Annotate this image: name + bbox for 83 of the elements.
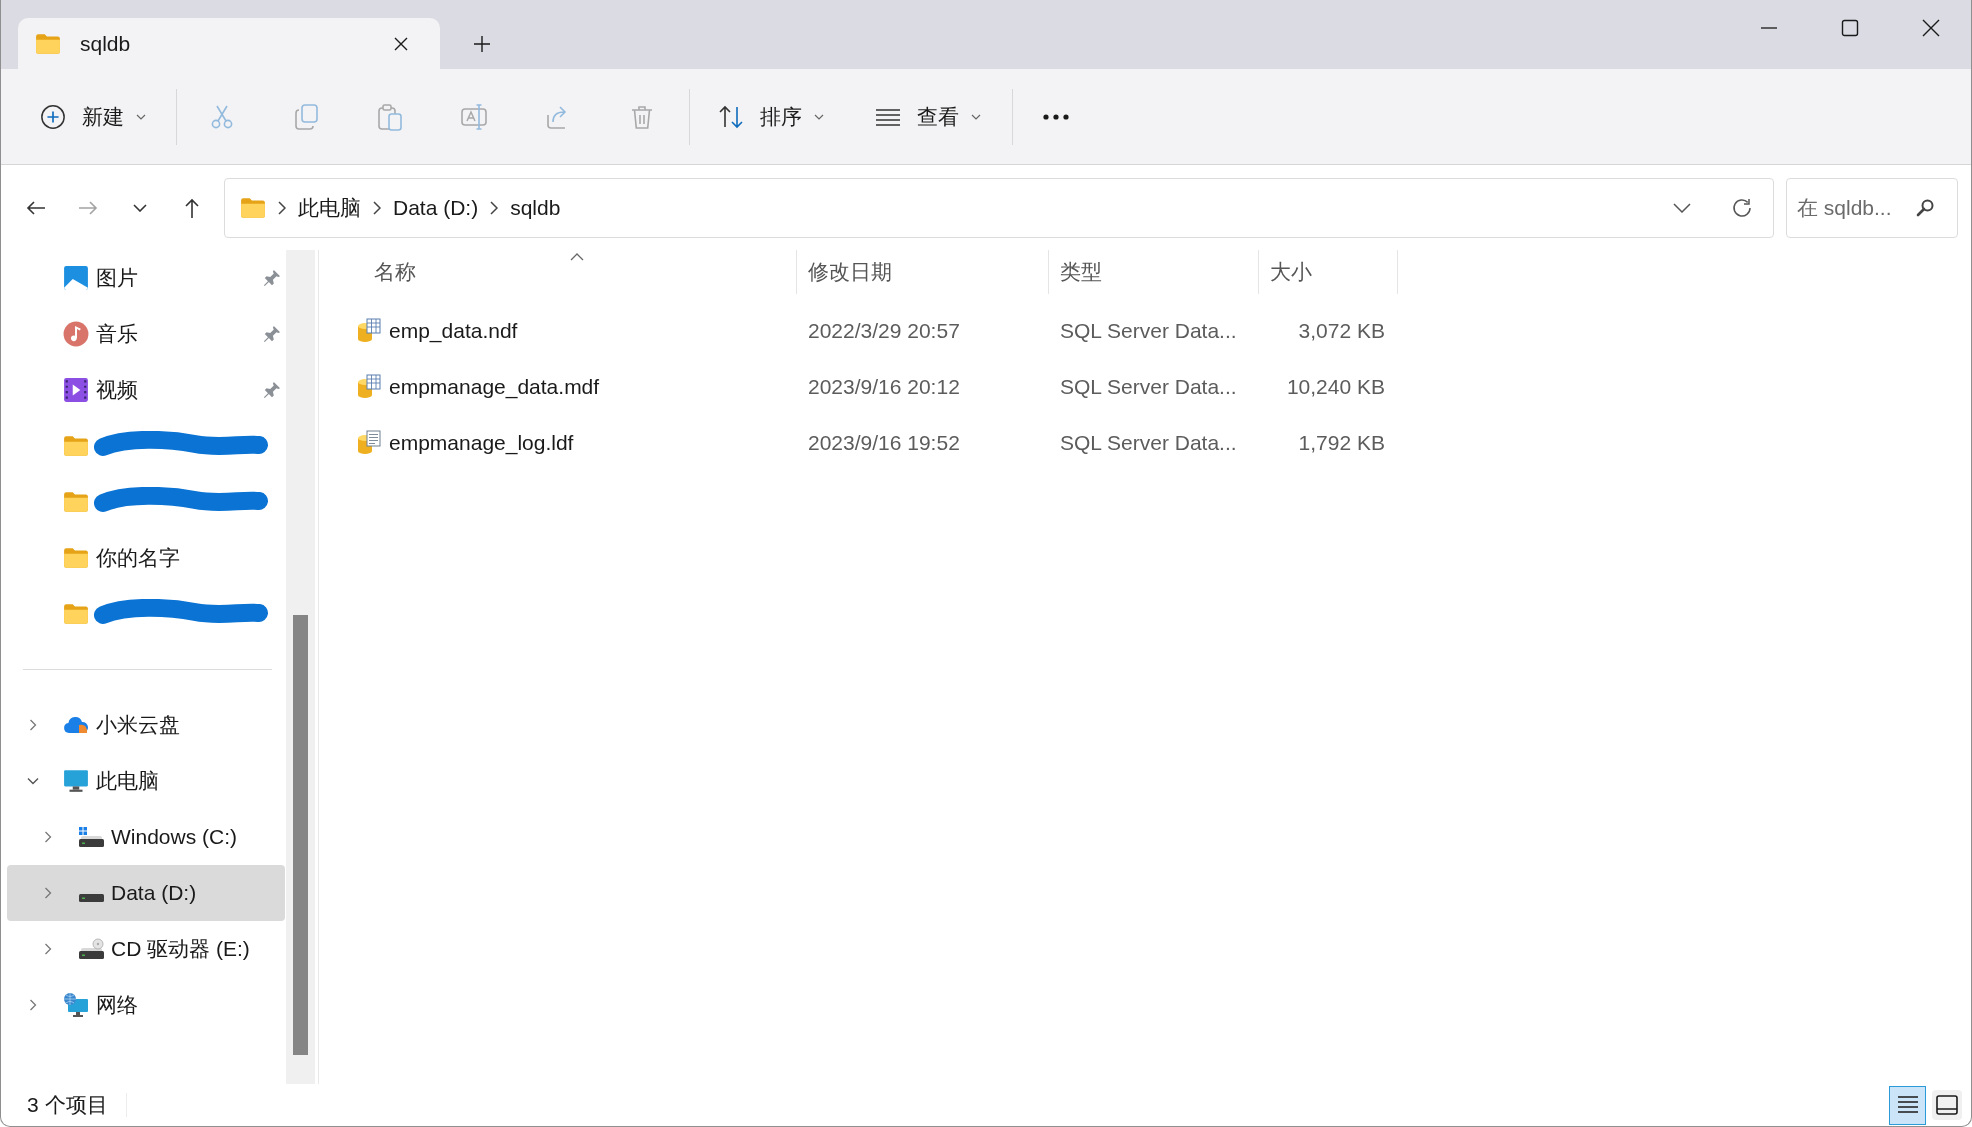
chevron-down-icon[interactable] bbox=[27, 775, 39, 787]
folder-icon bbox=[63, 435, 89, 457]
item-count: 3 个项目 bbox=[27, 1092, 108, 1118]
caret-icon bbox=[814, 113, 824, 120]
refresh-icon bbox=[1731, 196, 1753, 219]
breadcrumb[interactable]: 此电脑 bbox=[298, 193, 361, 222]
file-type: SQL Server Data... bbox=[1060, 319, 1237, 343]
chevron-down-icon bbox=[133, 203, 147, 212]
tree-item[interactable]: Data (D:) bbox=[7, 865, 285, 921]
chevron-right-icon bbox=[373, 200, 381, 215]
music-icon bbox=[63, 321, 89, 347]
new-button[interactable]: 新建 bbox=[28, 88, 156, 145]
view-button[interactable]: 查看 bbox=[862, 88, 991, 145]
file-name[interactable]: empmanage_data.mdf bbox=[389, 375, 600, 399]
chevron-right-icon[interactable] bbox=[42, 887, 54, 899]
plus-icon bbox=[473, 34, 491, 53]
monitor-icon bbox=[63, 768, 89, 794]
tree-item[interactable]: 小米云盘 bbox=[7, 697, 285, 753]
column-header[interactable]: 修改日期 bbox=[797, 250, 1049, 294]
column-header[interactable]: 类型 bbox=[1049, 250, 1259, 294]
tree-item[interactable]: 网络 bbox=[7, 977, 285, 1033]
sidebar-item[interactable]: 图片 bbox=[7, 250, 285, 306]
details-view-button[interactable] bbox=[1889, 1085, 1926, 1125]
chevron-down-icon bbox=[1673, 202, 1691, 213]
column-header[interactable]: 名称 bbox=[319, 250, 797, 294]
file-name[interactable]: emp_data.ndf bbox=[389, 319, 518, 343]
database-file-icon bbox=[357, 374, 381, 400]
scrollbar-thumb[interactable] bbox=[293, 615, 308, 1055]
sidebar-item[interactable]: 视频 bbox=[7, 362, 285, 418]
database-log-icon bbox=[357, 430, 381, 456]
sidebar-item[interactable]: 你的名字 bbox=[7, 530, 285, 586]
preview-view-button[interactable] bbox=[1932, 1090, 1962, 1120]
file-size: 1,792 KB bbox=[1298, 431, 1385, 455]
preview-pane-icon bbox=[1935, 1093, 1959, 1117]
folder-icon bbox=[240, 196, 266, 219]
chevron-right-icon bbox=[278, 200, 286, 215]
pictures-icon bbox=[63, 265, 89, 291]
column-header[interactable]: 大小 bbox=[1259, 250, 1398, 294]
drive-icon bbox=[78, 824, 104, 850]
tab[interactable]: sqldb bbox=[18, 18, 440, 69]
video-icon bbox=[63, 377, 89, 403]
cd-drive-icon bbox=[78, 936, 104, 962]
rename-icon bbox=[460, 102, 488, 131]
copy-icon bbox=[292, 102, 320, 131]
search-field[interactable]: 在 sqldb... bbox=[1786, 177, 1958, 238]
sidebar-item[interactable]: 音乐 bbox=[7, 306, 285, 362]
maximize-icon bbox=[1840, 19, 1859, 37]
modified-date: 2023/9/16 20:12 bbox=[808, 375, 960, 399]
tree-item[interactable]: 此电脑 bbox=[7, 753, 285, 809]
clipboard-icon bbox=[376, 102, 404, 131]
chevron-right-icon[interactable] bbox=[27, 719, 39, 731]
tree-item[interactable]: CD 驱动器 (E:) bbox=[7, 921, 285, 977]
file-type: SQL Server Data... bbox=[1060, 375, 1237, 399]
folder-icon bbox=[63, 547, 89, 569]
search-icon bbox=[1915, 197, 1935, 218]
file-name[interactable]: empmanage_log.ldf bbox=[389, 431, 574, 455]
folder-icon bbox=[63, 491, 89, 513]
database-file-icon bbox=[357, 318, 381, 344]
sort-caret-icon bbox=[569, 253, 584, 261]
chevron-right-icon[interactable] bbox=[27, 999, 39, 1011]
file-type: SQL Server Data... bbox=[1060, 431, 1237, 455]
minimize-icon bbox=[1759, 27, 1778, 29]
folder-icon bbox=[63, 603, 89, 625]
file-size: 3,072 KB bbox=[1298, 319, 1385, 343]
sort-button[interactable]: 排序 bbox=[705, 88, 834, 145]
chevron-right-icon bbox=[490, 200, 499, 215]
chevron-right-icon[interactable] bbox=[42, 943, 54, 955]
network-icon bbox=[63, 992, 89, 1018]
folder-icon bbox=[35, 32, 61, 55]
breadcrumb[interactable]: Data (D:) bbox=[393, 195, 479, 220]
plus-circle-icon bbox=[40, 103, 66, 130]
address-bar[interactable]: 此电脑 Data (D:) sqldb bbox=[224, 177, 1774, 238]
caret-icon bbox=[136, 113, 146, 120]
breadcrumb[interactable]: sqldb bbox=[510, 195, 561, 220]
tree-item[interactable]: Windows (C:) bbox=[7, 809, 285, 865]
modified-date: 2023/9/16 19:52 bbox=[808, 431, 960, 455]
caret-icon bbox=[971, 113, 981, 120]
chevron-right-icon[interactable] bbox=[42, 831, 54, 843]
close-icon bbox=[393, 35, 409, 52]
file-size: 10,240 KB bbox=[1286, 375, 1385, 399]
close-icon bbox=[1921, 19, 1940, 37]
more-icon bbox=[1043, 113, 1069, 120]
modified-date: 2022/3/29 20:57 bbox=[808, 319, 960, 343]
